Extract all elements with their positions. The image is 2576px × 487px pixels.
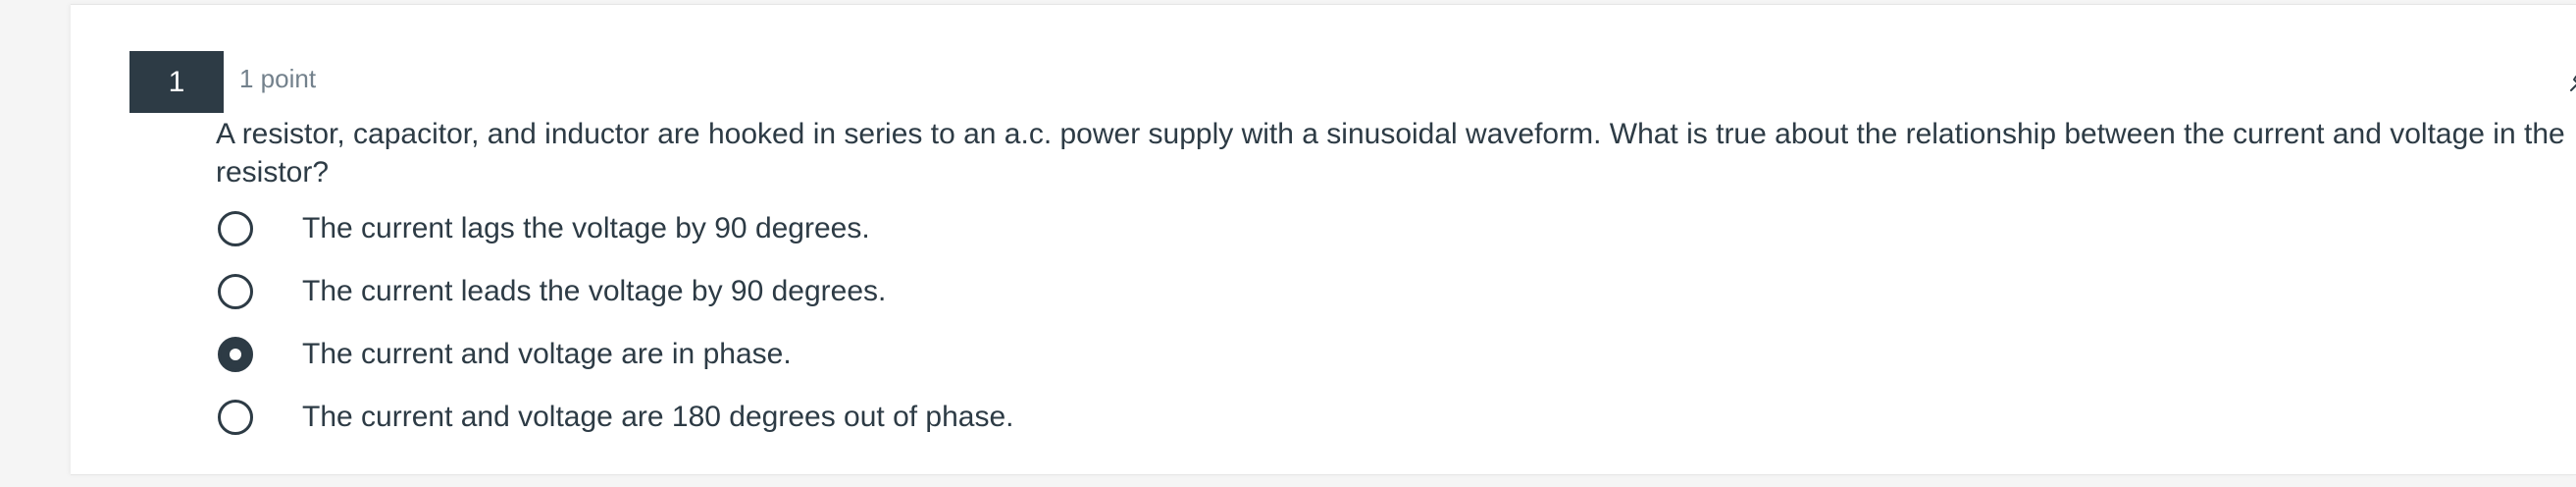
answer-option-1[interactable]: The current lags the voltage by 90 degre…	[216, 197, 1014, 260]
radio-button-selected[interactable]	[218, 337, 253, 372]
radio-button[interactable]	[218, 400, 253, 435]
answer-option-2[interactable]: The current leads the voltage by 90 degr…	[216, 260, 1014, 323]
pin-icon[interactable]	[2568, 60, 2576, 93]
question-number: 1	[129, 51, 224, 113]
answer-option-4[interactable]: The current and voltage are 180 degrees …	[216, 386, 1014, 449]
answer-option-label: The current and voltage are in phase.	[302, 338, 792, 370]
answer-option-label: The current and voltage are 180 degrees …	[302, 401, 1014, 433]
answer-options: The current lags the voltage by 90 degre…	[216, 197, 1014, 449]
answer-option-label: The current leads the voltage by 90 degr…	[302, 275, 887, 307]
radio-dot	[230, 349, 241, 360]
question-text: A resistor, capacitor, and inductor are …	[216, 118, 2565, 189]
question-card: 1 1 point A resistor, capacitor, and ind…	[71, 4, 2576, 475]
question-points: 1 point	[239, 64, 317, 93]
answer-option-3[interactable]: The current and voltage are in phase.	[216, 323, 1014, 386]
radio-button[interactable]	[218, 274, 253, 309]
radio-button[interactable]	[218, 211, 253, 246]
answer-option-label: The current lags the voltage by 90 degre…	[302, 212, 870, 244]
